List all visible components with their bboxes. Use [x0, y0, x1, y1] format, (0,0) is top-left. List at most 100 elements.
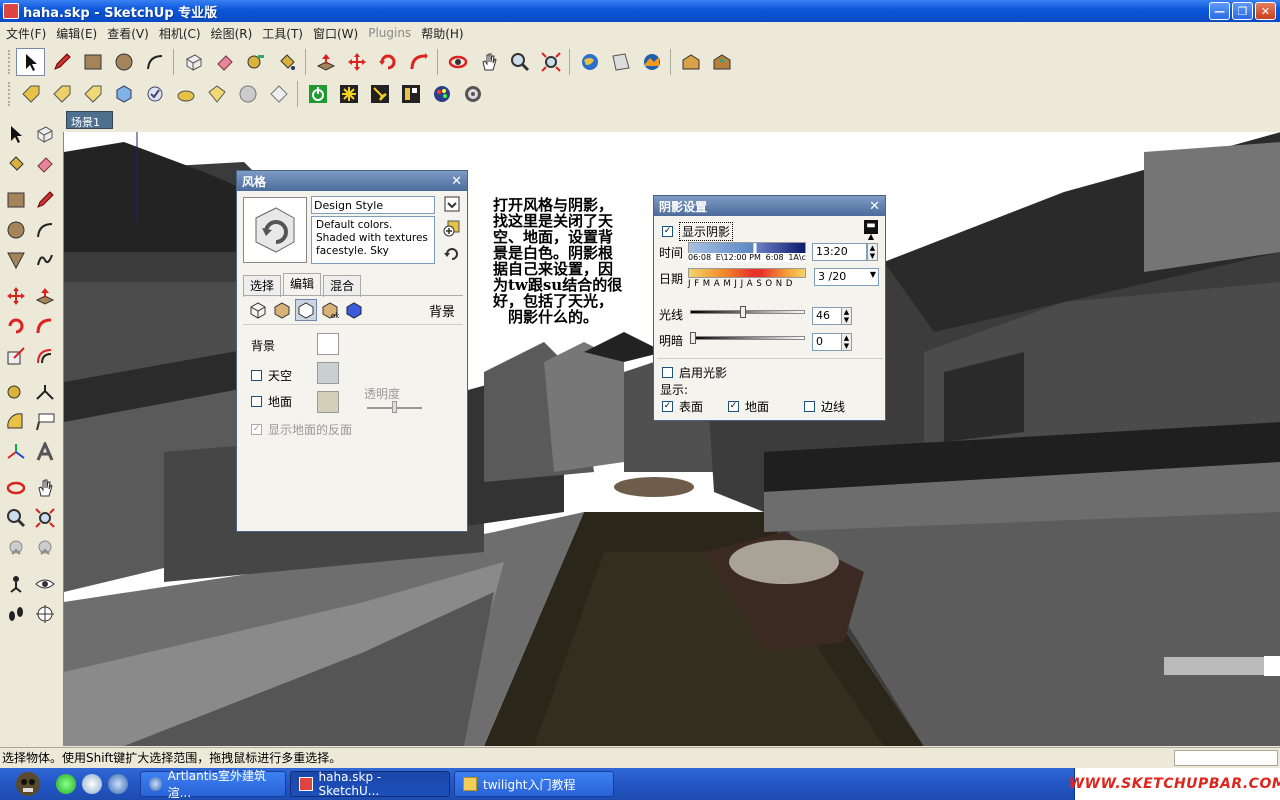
make-component-button[interactable]	[31, 120, 59, 148]
eraser-tool-button[interactable]	[210, 48, 239, 76]
ground-checkbox[interactable]	[251, 396, 262, 407]
light-spinner[interactable]: ▲ ▼	[841, 307, 852, 325]
sandbox-contour-button[interactable]	[16, 80, 45, 108]
text-tool-button[interactable]	[31, 408, 59, 436]
make-component-button[interactable]	[179, 48, 208, 76]
dark-slider[interactable]	[690, 336, 805, 340]
expand-arrow-icon[interactable]: ▲	[864, 233, 878, 241]
menu-help[interactable]: 帮助(H)	[418, 25, 470, 42]
rectangle-tool-button[interactable]	[78, 48, 107, 76]
sandbox-smoove-button[interactable]	[78, 80, 107, 108]
scene-tab[interactable]: 场景1	[66, 111, 113, 129]
tab-edit[interactable]: 编辑	[283, 273, 322, 295]
zoom-button[interactable]	[505, 48, 534, 76]
rotate-tool-button[interactable]	[2, 312, 30, 340]
zoom-extents-button[interactable]	[31, 504, 59, 532]
dark-input[interactable]: 0	[812, 333, 842, 351]
zoom-button[interactable]	[2, 504, 30, 532]
offset-tool-button[interactable]	[31, 342, 59, 370]
face-settings-button[interactable]	[271, 299, 293, 321]
menu-draw[interactable]: 绘图(R)	[208, 25, 260, 42]
time-spinner[interactable]: ▲ ▼	[867, 243, 878, 261]
style-thumbnail[interactable]	[243, 197, 307, 263]
edge-settings-button[interactable]	[247, 299, 269, 321]
paint-bucket-button[interactable]	[2, 150, 30, 178]
sandbox-drape-button[interactable]	[140, 80, 169, 108]
tab-mix[interactable]: 混合	[323, 275, 362, 297]
rectangle-tool-button[interactable]	[2, 186, 30, 214]
3d-text-button[interactable]	[31, 438, 59, 466]
edges-checkbox[interactable]	[804, 401, 815, 412]
style-name-field[interactable]: Design Style	[311, 196, 435, 214]
sandbox-flip-edge-button[interactable]	[202, 80, 231, 108]
pan-button[interactable]	[474, 48, 503, 76]
light-slider-knob[interactable]	[739, 306, 746, 318]
task-artlantis[interactable]: Artlantis室外建筑渲...	[140, 769, 286, 800]
select-tool-button[interactable]	[2, 120, 30, 148]
dimension-tool-button[interactable]	[31, 378, 59, 406]
light-input[interactable]: 46	[812, 307, 842, 325]
style-details-icon[interactable]	[443, 195, 461, 213]
shadow-panel-titlebar[interactable]: 阴影设置 ✕	[654, 196, 885, 216]
polygon-tool-button[interactable]	[2, 246, 30, 274]
style-panel-close-button[interactable]: ✕	[451, 174, 462, 189]
tape-measure-button[interactable]	[241, 48, 270, 76]
share-model-button[interactable]	[707, 48, 736, 76]
render-power-button[interactable]	[303, 80, 332, 108]
close-button[interactable]: ✕	[1255, 2, 1276, 20]
menu-tools[interactable]: 工具(T)	[259, 25, 310, 42]
push-pull-button[interactable]	[311, 48, 340, 76]
select-tool-button[interactable]	[16, 48, 45, 76]
start-button[interactable]	[0, 768, 56, 800]
sandbox-stamp-button[interactable]	[109, 80, 138, 108]
tape-measure-button[interactable]	[2, 378, 30, 406]
date-dropdown[interactable]: 3 /20 ▼	[814, 268, 879, 286]
show-ground-back-checkbox[interactable]: ✓	[251, 424, 262, 435]
get-photo-texture-button[interactable]	[606, 48, 635, 76]
arc-tool-button[interactable]	[140, 48, 169, 76]
pan-button[interactable]	[31, 474, 59, 502]
move-tool-button[interactable]	[2, 282, 30, 310]
edge-tool-button[interactable]	[264, 80, 293, 108]
modeling-settings-button[interactable]	[343, 299, 365, 321]
paint-bucket-button[interactable]	[272, 48, 301, 76]
walk-button[interactable]	[2, 600, 30, 628]
settings-button[interactable]	[458, 80, 487, 108]
transparency-slider-knob[interactable]	[392, 401, 397, 413]
render-button[interactable]	[427, 80, 456, 108]
axes-tool-button[interactable]	[2, 438, 30, 466]
toolbar-grip[interactable]	[8, 50, 12, 74]
sandbox-add-detail-button[interactable]	[171, 80, 200, 108]
date-slider[interactable]	[688, 268, 806, 278]
background-settings-button[interactable]	[295, 299, 317, 321]
show-shadows-checkbox[interactable]: ✓	[662, 226, 673, 237]
light-slider[interactable]	[690, 310, 805, 314]
zoom-extents-button[interactable]	[536, 48, 565, 76]
eraser-tool-button[interactable]	[31, 150, 59, 178]
tab-select[interactable]: 选择	[243, 275, 282, 297]
arc-tool-button[interactable]	[31, 216, 59, 244]
pencil-tool-button[interactable]	[31, 186, 59, 214]
minimize-button[interactable]: —	[1209, 2, 1230, 20]
orbit-button[interactable]	[443, 48, 472, 76]
quicklaunch-explorer-icon[interactable]	[82, 774, 102, 794]
dark-spinner[interactable]: ▲ ▼	[841, 333, 852, 351]
quicklaunch-browser-icon[interactable]	[108, 774, 128, 794]
circle-tool-button[interactable]	[109, 48, 138, 76]
material-editor-button[interactable]	[396, 80, 425, 108]
restore-button[interactable]: ❐	[1232, 2, 1253, 20]
menu-window[interactable]: 窗口(W)	[310, 25, 365, 42]
style-description-field[interactable]: Default colors. Shaded with textures fac…	[311, 216, 435, 264]
light-button[interactable]	[334, 80, 363, 108]
task-twilight[interactable]: twilight入门教程	[454, 771, 614, 797]
pencil-tool-button[interactable]	[47, 48, 76, 76]
use-sun-checkbox[interactable]	[662, 367, 673, 378]
scale-tool-button[interactable]	[2, 342, 30, 370]
menu-view[interactable]: 查看(V)	[104, 25, 156, 42]
protractor-button[interactable]	[2, 408, 30, 436]
spotlight-button[interactable]	[365, 80, 394, 108]
sphere-button[interactable]	[233, 80, 262, 108]
ground-shadow-checkbox[interactable]: ✓	[728, 401, 739, 412]
rotate-tool-button[interactable]	[373, 48, 402, 76]
google-earth-button[interactable]	[575, 48, 604, 76]
